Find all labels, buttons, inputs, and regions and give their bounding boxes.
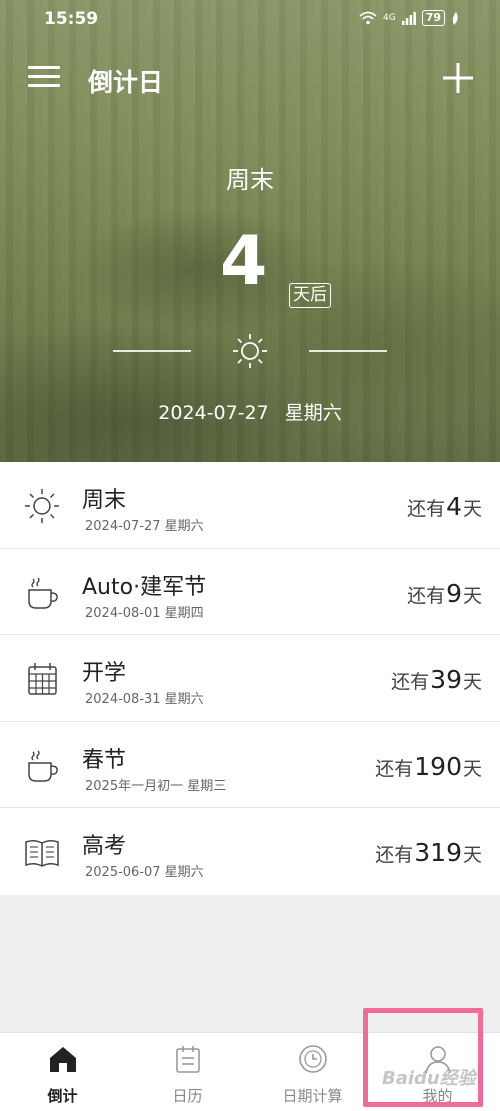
event-name: 春节 [82,747,127,773]
hero-banner: 15:59 4G 79 倒计日 周末 4 天后 2024-07-27 星期六 [0,0,500,462]
battery-indicator: 79 [421,10,445,26]
event-date: 2024-08-01 星期四 [85,605,204,621]
event-list: 周末 2024-07-27 星期六 还有 4 天 Auto·建军节 2024-0… [0,462,500,895]
tab-countdown[interactable]: 倒计 [0,1033,125,1111]
tab-label: 日期计算 [282,1087,343,1105]
leaf-icon [452,11,458,25]
days-suffix: 天 [462,584,482,607]
hero-days-count: 4 [220,222,268,301]
event-name: 高考 [82,834,127,860]
days-remaining: 还有 4 天 [407,492,482,521]
network-label: 4G [382,13,396,23]
status-time: 15:59 [44,9,99,29]
status-icons: 4G 79 [359,10,460,26]
event-name: Auto·建军节 [82,574,207,600]
home-icon [49,1047,76,1072]
signal-icon [401,11,416,25]
coffee-cup-icon [28,577,58,609]
event-date: 2024-07-27 星期六 [85,519,204,534]
event-row[interactable]: Auto·建军节 2024-08-01 星期四 还有 9 天 [0,549,500,636]
status-bar: 15:59 4G 79 [0,0,500,38]
book-icon [25,840,59,868]
event-row[interactable]: 春节 2025年一月初一 星期三 还有 190 天 [0,722,500,809]
add-icon[interactable] [440,60,476,96]
person-icon [424,1046,451,1074]
days-prefix: 还有 [407,584,446,607]
tab-mine[interactable]: 我的 [375,1033,500,1111]
divider-left [113,350,191,352]
days-remaining: 还有 9 天 [407,579,482,608]
days-suffix: 天 [462,498,482,520]
days-count: 190 [414,751,462,781]
days-prefix: 还有 [391,671,430,694]
bottom-tab-bar: 倒计 日历 日期计算 我的 [0,1032,500,1111]
tab-date-calc[interactable]: 日期计算 [250,1033,375,1111]
days-remaining: 还有 39 天 [391,665,482,694]
coffee-cup-icon [28,750,58,782]
days-prefix: 还有 [407,498,446,520]
divider-right [309,350,387,352]
calendar-icon [175,1046,200,1073]
event-name: 周末 [82,488,127,513]
hero-event-date: 2024-07-27 星期六 [158,402,342,424]
calendar-icon [28,663,57,695]
wifi-icon [359,11,377,25]
event-row[interactable]: 周末 2024-07-27 星期六 还有 4 天 [0,462,500,549]
event-row[interactable]: 开学 2024-08-31 星期六 还有 39 天 [0,635,500,722]
tab-label: 我的 [422,1087,453,1105]
days-remaining: 还有 190 天 [375,752,482,781]
days-count: 9 [446,578,462,608]
days-suffix: 天 [462,671,482,694]
clock-icon [298,1045,327,1073]
days-prefix: 还有 [375,757,414,780]
sun-icon [233,334,267,368]
tab-label: 日历 [172,1087,203,1105]
sun-icon [25,489,59,523]
event-row[interactable]: 高考 2025-06-07 星期六 还有 319 天 [0,808,500,895]
hero-event-name: 周末 [226,166,274,194]
event-date: 2025年一月初一 星期三 [85,778,227,794]
event-name: 开学 [82,661,127,687]
menu-button[interactable] [28,66,60,92]
tab-label: 倒计 [47,1087,78,1105]
event-date: 2024-08-31 星期六 [85,692,204,708]
days-count: 4 [446,492,462,521]
days-remaining: 还有 319 天 [375,838,482,867]
days-prefix: 还有 [375,844,414,867]
event-date: 2025-06-07 星期六 [85,865,204,881]
tab-calendar[interactable]: 日历 [125,1033,250,1111]
hero-days-unit: 天后 [289,283,331,308]
days-count: 319 [414,838,462,868]
days-suffix: 天 [462,844,482,867]
page-title: 倒计日 [88,68,164,97]
days-suffix: 天 [462,757,482,780]
days-count: 39 [430,665,462,695]
